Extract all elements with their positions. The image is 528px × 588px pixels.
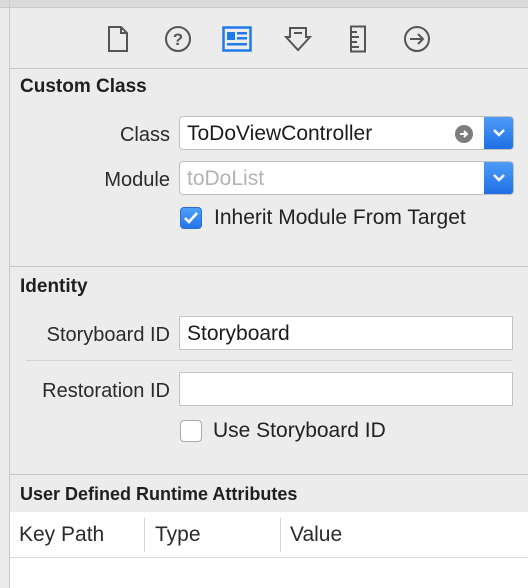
column-divider bbox=[280, 518, 281, 552]
identity-title: Identity bbox=[20, 276, 88, 297]
inherit-module-checkbox[interactable] bbox=[180, 207, 202, 229]
module-label: Module bbox=[104, 169, 170, 191]
module-placeholder: toDoList bbox=[187, 167, 265, 190]
column-value[interactable]: Value bbox=[290, 512, 342, 558]
attributes-inspector-icon[interactable] bbox=[281, 22, 315, 56]
custom-class-title: Custom Class bbox=[20, 76, 147, 97]
class-label: Class bbox=[119, 124, 170, 146]
class-combo-box[interactable]: ToDoViewController bbox=[179, 116, 514, 150]
runtime-attributes-title: User Defined Runtime Attributes bbox=[20, 484, 298, 504]
inherit-module-label[interactable]: Inherit Module From Target bbox=[214, 206, 466, 230]
use-storyboard-id-label[interactable]: Use Storyboard ID bbox=[213, 419, 386, 443]
go-to-class-icon[interactable] bbox=[455, 125, 473, 143]
storyboard-id-field[interactable]: Storyboard bbox=[179, 316, 513, 350]
class-value: ToDoViewController bbox=[187, 122, 373, 145]
checkmark-icon bbox=[184, 212, 198, 224]
class-dropdown-button[interactable] bbox=[484, 117, 513, 149]
section-divider bbox=[10, 68, 528, 69]
section-divider bbox=[10, 266, 528, 267]
module-dropdown-button[interactable] bbox=[484, 162, 513, 194]
window-top-strip bbox=[0, 0, 528, 8]
module-combo-box[interactable]: toDoList bbox=[179, 161, 514, 195]
column-type[interactable]: Type bbox=[155, 512, 201, 558]
identity-inspector-icon[interactable] bbox=[220, 22, 254, 56]
use-storyboard-id-checkbox[interactable] bbox=[180, 420, 202, 442]
panel-left-border bbox=[9, 0, 10, 588]
inspector-tab-bar: ? bbox=[10, 8, 528, 68]
quick-help-icon[interactable]: ? bbox=[161, 22, 195, 56]
storyboard-id-label: Storyboard ID bbox=[46, 324, 170, 346]
storyboard-id-value: Storyboard bbox=[187, 322, 290, 345]
file-inspector-icon[interactable] bbox=[101, 22, 135, 56]
chevron-down-icon bbox=[492, 129, 505, 137]
section-divider bbox=[10, 474, 528, 475]
connections-inspector-icon[interactable] bbox=[400, 22, 434, 56]
runtime-attributes-table-body[interactable] bbox=[10, 558, 528, 588]
svg-text:?: ? bbox=[173, 30, 183, 49]
runtime-attributes-table-header: Key Path Type Value bbox=[10, 512, 528, 558]
column-key-path[interactable]: Key Path bbox=[19, 512, 104, 558]
row-divider bbox=[26, 360, 512, 361]
restoration-id-label: Restoration ID bbox=[42, 380, 170, 402]
column-divider bbox=[144, 518, 145, 552]
size-inspector-icon[interactable] bbox=[341, 22, 375, 56]
restoration-id-field[interactable] bbox=[179, 372, 513, 406]
chevron-down-icon bbox=[492, 174, 505, 182]
